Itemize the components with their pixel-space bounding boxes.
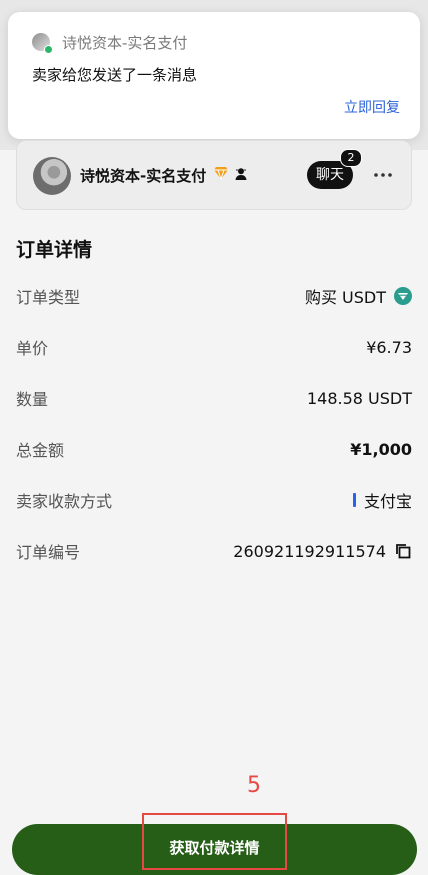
copy-icon[interactable] — [394, 542, 412, 560]
seller-avatar — [33, 157, 71, 195]
total-amount-value: ¥1,000 — [350, 439, 412, 459]
seller-name: 诗悦资本-实名支付 — [80, 167, 207, 185]
quantity-value: 148.58 USDT — [306, 388, 412, 408]
notification-app-name: 诗悦资本-实名支付 — [62, 34, 188, 52]
more-icon[interactable] — [372, 161, 394, 189]
order-number-label: 订单编号 — [16, 543, 81, 562]
notification-message: 卖家给您发送了一条消息 — [32, 66, 198, 84]
order-type-row: 订单类型 购买 USDT — [16, 281, 412, 311]
quantity-label: 数量 — [16, 390, 49, 409]
seller-card[interactable]: 诗悦资本-实名支付 聊天 2 — [16, 140, 412, 210]
order-number-text: 260921192911574 — [233, 541, 386, 561]
total-amount-row: 总金额 ¥1,000 — [16, 434, 412, 464]
order-type-label: 订单类型 — [16, 288, 81, 307]
notification-banner[interactable]: 诗悦资本-实名支付 卖家给您发送了一条消息 立即回复 — [8, 12, 420, 139]
usdt-icon — [394, 287, 412, 305]
unit-price-label: 单价 — [16, 339, 49, 358]
notification-header: 诗悦资本-实名支付 — [32, 32, 188, 54]
order-number-row: 订单编号 260921192911574 — [16, 536, 412, 566]
payment-method-row: 卖家收款方式 支付宝 — [16, 485, 412, 515]
payment-method-value: 支付宝 — [352, 488, 412, 512]
user-badge-icon — [235, 168, 247, 180]
reply-button[interactable]: 立即回复 — [344, 97, 400, 117]
payment-method-label: 卖家收款方式 — [16, 492, 113, 511]
total-amount-label: 总金额 — [16, 441, 65, 460]
unread-count-badge: 2 — [340, 149, 362, 167]
cta-button-label: 获取付款详情 — [169, 839, 260, 857]
unit-price-row: 单价 ¥6.73 — [16, 332, 412, 362]
order-type-value: 购买 USDT — [305, 284, 412, 308]
unit-price-value: ¥6.73 — [366, 337, 412, 357]
section-title: 订单详情 — [16, 239, 93, 261]
payment-method-marker — [352, 493, 356, 507]
quantity-row: 数量 148.58 USDT — [16, 383, 412, 413]
app-icon — [32, 32, 53, 54]
step-number: 5 — [247, 773, 261, 798]
order-number-value: 260921192911574 — [233, 542, 412, 561]
order-type-text: 购买 USDT — [304, 288, 386, 307]
payment-method-text: 支付宝 — [363, 492, 412, 511]
verified-icon — [214, 167, 228, 180]
